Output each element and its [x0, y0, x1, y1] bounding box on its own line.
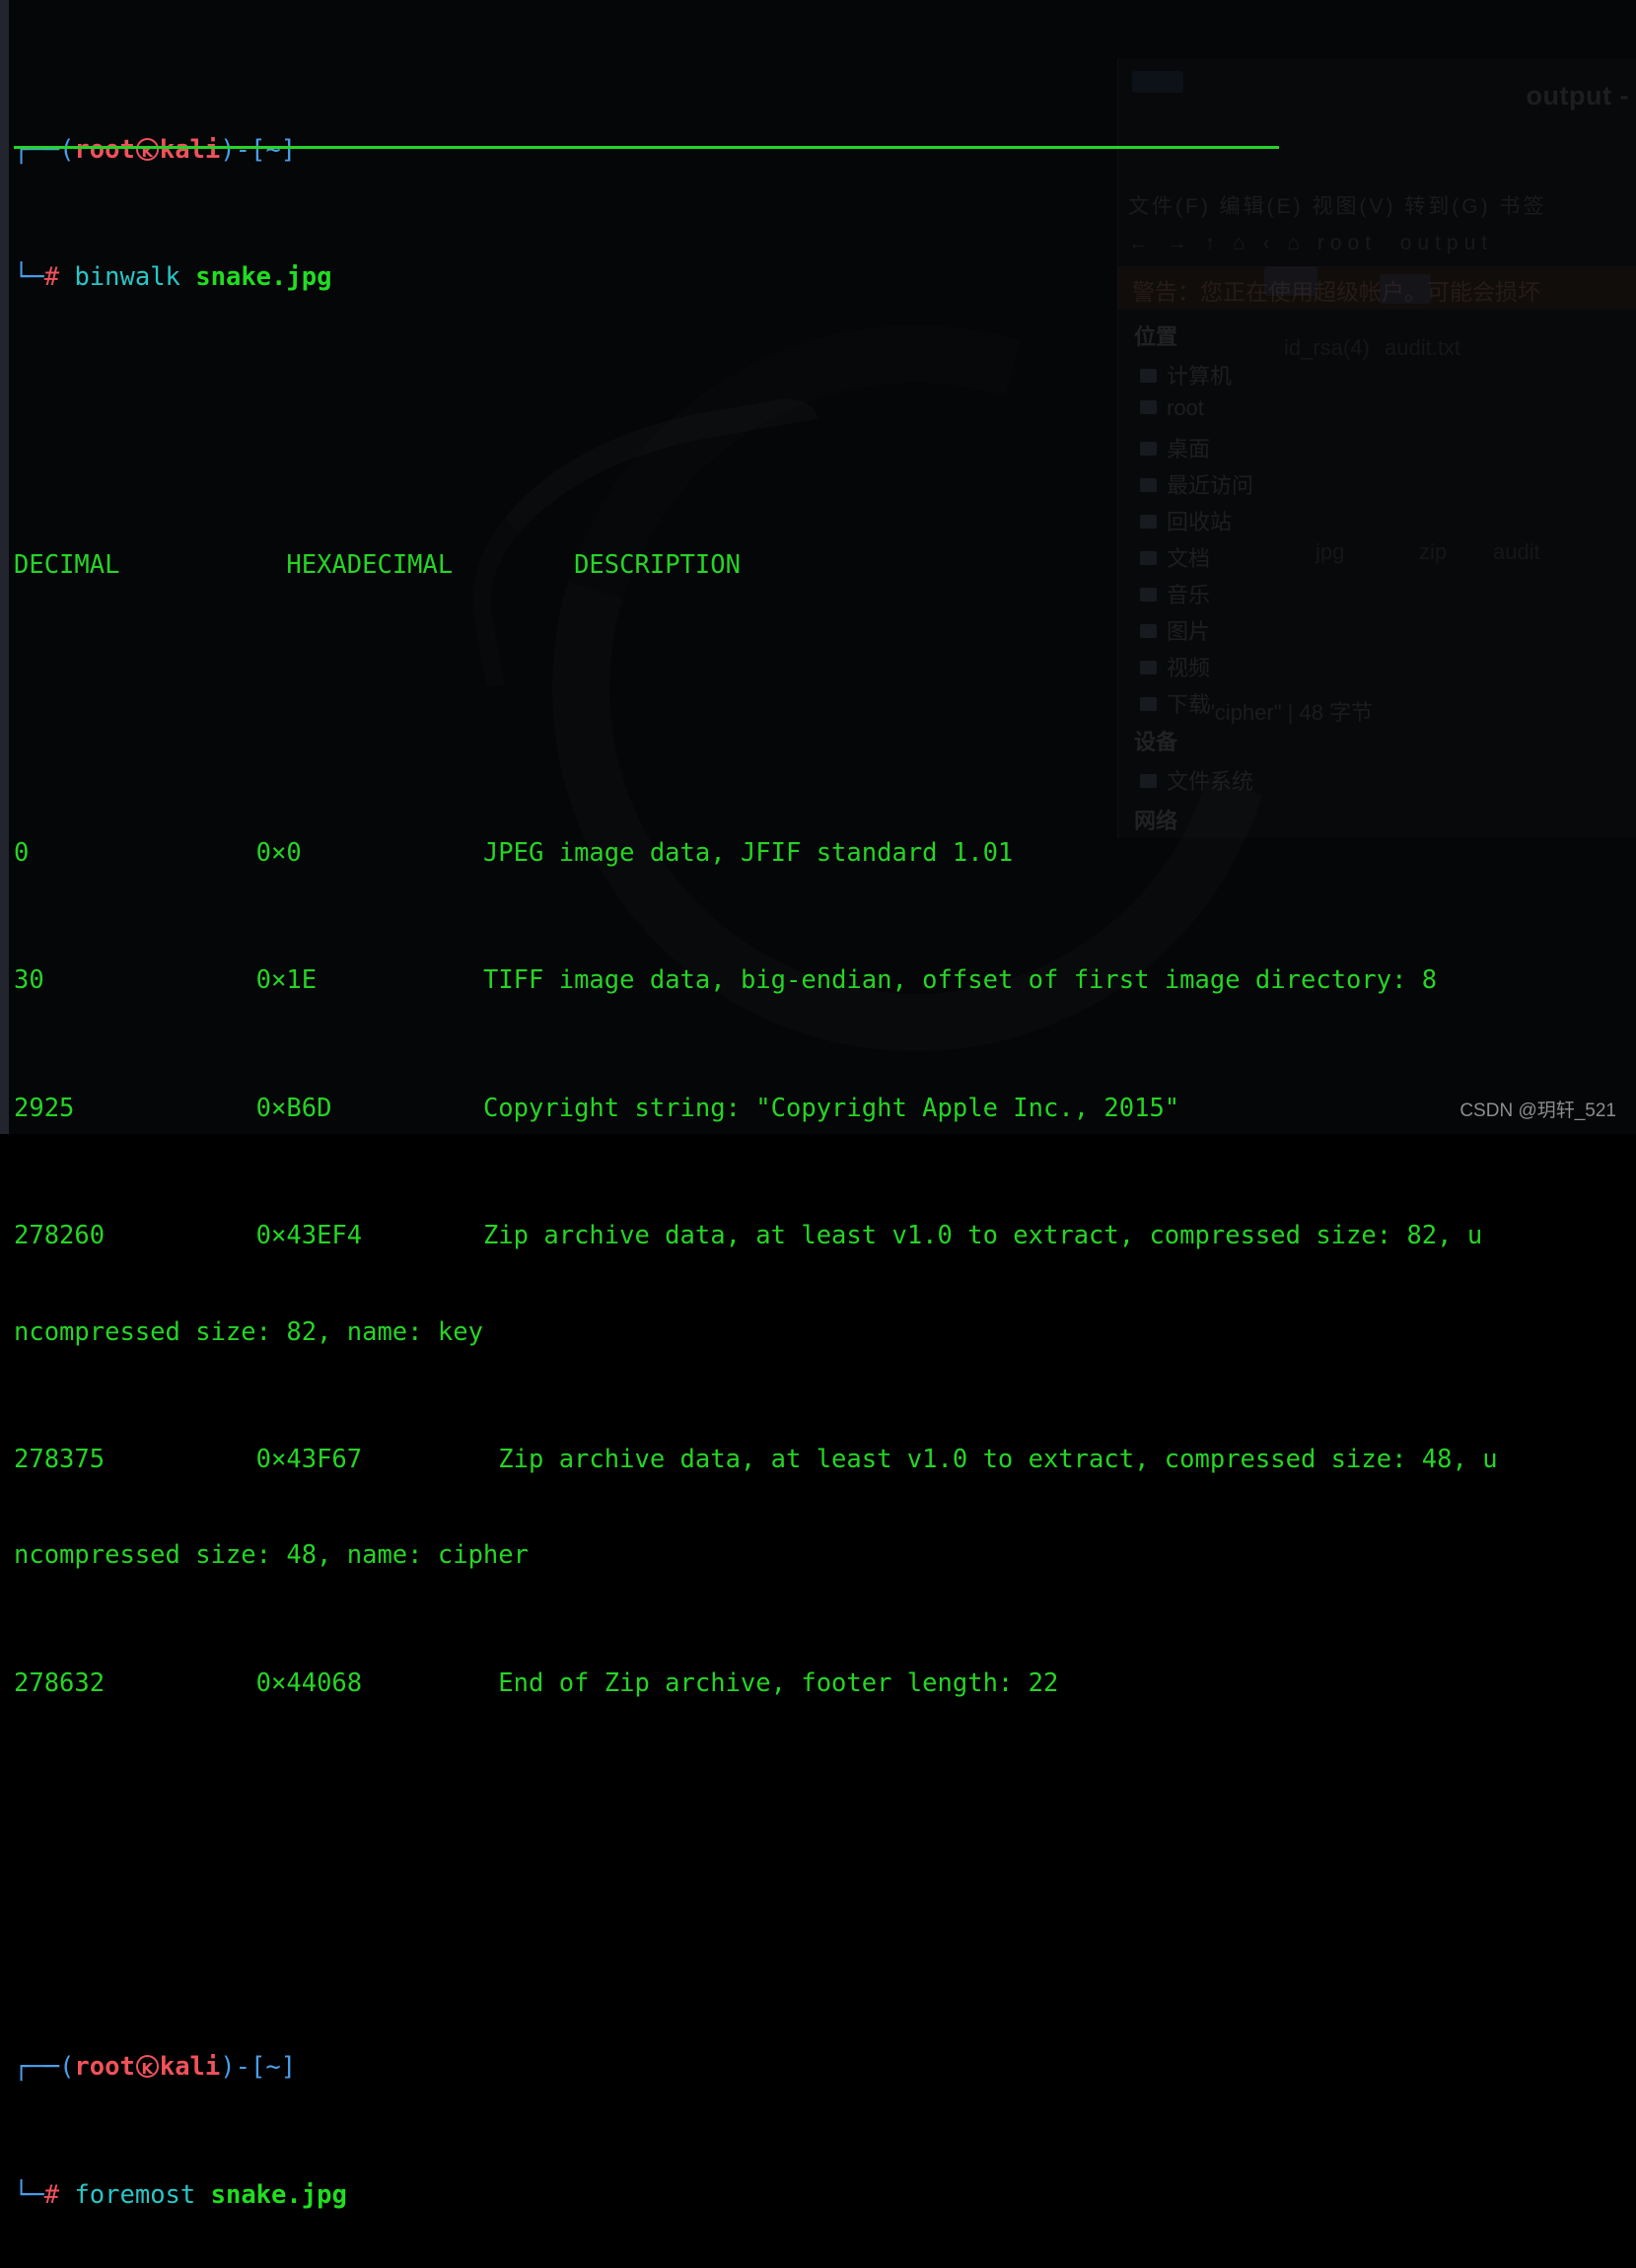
prompt-line-1: ┌──(root kali)-[~] [14, 134, 1636, 169]
binwalk-row-decimal: 278375 [14, 1445, 106, 1475]
binwalk-header-separator [14, 146, 1279, 149]
prompt-dash-1: - [235, 134, 250, 165]
command-name-foremost: foremost [74, 2179, 196, 2210]
prompt-corner-2: ┌── [14, 2051, 60, 2082]
binwalk-header-hex: HEXADECIMAL [286, 549, 454, 580]
binwalk-row-description: Zip archive data, at least v1.0 to extra… [482, 1221, 1483, 1251]
binwalk-row-description: End of Zip archive, footer length: 22 [498, 1668, 1059, 1699]
prompt-host-2: kali [159, 2051, 221, 2082]
binwalk-row: 278632 0×44068 End of Zip archive, foote… [14, 1667, 1636, 1699]
binwalk-row-decimal: 0 [14, 837, 30, 868]
binwalk-header-decimal: DECIMAL [14, 549, 120, 580]
prompt-bracket-close-2: ] [280, 2051, 297, 2082]
binwalk-table-header: DECIMAL HEXADECIMAL DESCRIPTION [14, 549, 1636, 581]
terminal-output-area[interactable]: ┌──(rootkali)-[~] └─# binwalk snake.jpg … [14, 6, 1636, 2268]
prompt-corner-1: ┌── [14, 134, 60, 165]
command-line-foremost: └─# foremost snake.jpg [14, 2179, 1636, 2211]
binwalk-row-description: Copyright string: "Copyright Apple Inc.,… [482, 1093, 1180, 1123]
binwalk-row: 30 0×1E TIFF image data, big-endian, off… [14, 964, 1636, 996]
binwalk-row-wrap: ncompressed size: 48, name: cipher [14, 1540, 529, 1571]
prompt-hash-1: # [43, 262, 60, 293]
binwalk-row-hex: 0×44068 [255, 1668, 363, 1699]
binwalk-row-hex: 0×43F67 [255, 1445, 363, 1475]
prompt-elbow-1: └─ [14, 262, 44, 293]
binwalk-row: 278260 0×43EF4 Zip archive data, at leas… [14, 1220, 1636, 1251]
prompt-paren-close-2: ) [220, 2051, 236, 2082]
binwalk-row: 2925 0×B6D Copyright string: "Copyright … [14, 1093, 1636, 1124]
prompt-bracket-close-1: ] [280, 134, 297, 165]
binwalk-row-description: TIFF image data, big-endian, offset of f… [482, 965, 1438, 996]
binwalk-row-decimal: 278632 [14, 1668, 106, 1699]
binwalk-row-decimal: 278260 [14, 1221, 106, 1251]
terminal-left-gutter [0, 0, 9, 1134]
csdn-watermark: CSDN @玥轩_521 [1459, 1100, 1616, 1121]
command-arg-binwalk: snake.jpg [195, 262, 332, 293]
binwalk-row-hex: 0×B6D [255, 1093, 332, 1123]
binwalk-header-description: DESCRIPTION [574, 549, 741, 580]
prompt-user-1: root [74, 134, 135, 165]
terminal-window[interactable]: ┌──(rootkali)-[~] └─# binwalk snake.jpg … [0, 0, 1636, 2210]
binwalk-row: 278375 0×43F67 Zip archive data, at leas… [14, 1444, 1636, 1475]
prompt-bracket-open-2: [ [249, 2051, 266, 2082]
prompt-paren-open-2: ( [59, 2051, 75, 2082]
prompt-paren-close-1: ) [220, 134, 236, 165]
binwalk-row-hex: 0×0 [255, 837, 302, 868]
kali-logo-icon-1 [135, 136, 159, 169]
binwalk-row-hex: 0×1E [255, 965, 318, 996]
binwalk-row-wrap: ncompressed size: 82, name: key [14, 1316, 483, 1347]
prompt-user-2: root [74, 2051, 135, 2082]
prompt-hash-2: # [43, 2179, 60, 2210]
binwalk-row-description: JPEG image data, JFIF standard 1.01 [482, 837, 1014, 868]
prompt-elbow-2: └─ [14, 2179, 44, 2210]
prompt-line-2: ┌──(root kali)-[~] [14, 2051, 1636, 2086]
command-line-binwalk: └─# binwalk snake.jpg [14, 261, 1636, 293]
kali-logo-icon-2 [135, 2053, 159, 2086]
prompt-paren-open-1: ( [59, 134, 75, 165]
binwalk-row-decimal: 2925 [14, 1093, 75, 1123]
command-name-binwalk: binwalk [74, 262, 180, 293]
binwalk-row-description: Zip archive data, at least v1.0 to extra… [498, 1445, 1498, 1475]
prompt-path-1: ~ [265, 134, 281, 165]
prompt-bracket-open-1: [ [249, 134, 266, 165]
binwalk-row-hex: 0×43EF4 [255, 1221, 363, 1251]
spacer-separator [14, 677, 1636, 709]
command-arg-foremost: snake.jpg [210, 2179, 347, 2210]
prompt-host-1: kali [159, 134, 221, 165]
binwalk-row: 0 0×0 JPEG image data, JFIF standard 1.0… [14, 837, 1636, 869]
binwalk-row-decimal: 30 [14, 965, 44, 996]
prompt-dash-2: - [235, 2051, 250, 2082]
prompt-path-2: ~ [265, 2051, 281, 2082]
